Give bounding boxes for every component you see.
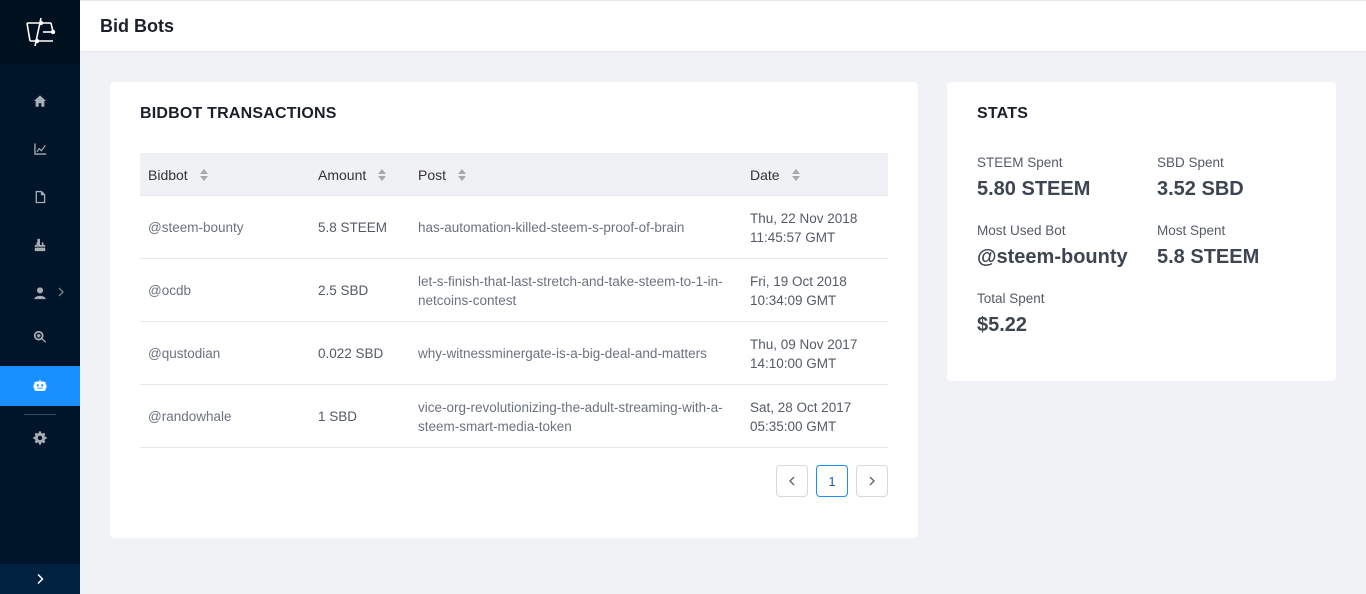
table-row: @qustodian 0.022 SBD why-witnessminergat…: [140, 322, 888, 385]
pagination-next-button[interactable]: [856, 465, 888, 497]
sort-icon: [791, 168, 800, 181]
pagination-page-1[interactable]: 1: [816, 465, 848, 497]
robot-icon: [33, 379, 47, 391]
settings-icon: [33, 431, 47, 445]
stat-most-spent: Most Spent 5.8 STEEM: [1157, 223, 1259, 269]
date-cell: Thu, 22 Nov 2018 11:45:57 GMT: [750, 210, 858, 245]
post-link[interactable]: let-s-finish-that-last-stretch-and-take-…: [418, 259, 736, 322]
stat-label: SBD Spent: [1157, 155, 1224, 170]
stat-sbd-spent: SBD Spent 3.52 SBD: [1157, 155, 1244, 201]
sidebar-collapse-button[interactable]: [0, 564, 80, 594]
amount-cell: 2.5 SBD: [318, 283, 369, 298]
logo-icon: [26, 17, 56, 47]
column-header-bidbot[interactable]: Bidbot: [148, 153, 308, 196]
nav-settings[interactable]: [0, 418, 80, 458]
vote-icon: [34, 238, 46, 252]
stat-value: $5.22: [977, 314, 1028, 336]
bidbot-cell[interactable]: @qustodian: [148, 322, 308, 385]
amount-cell: 1 SBD: [318, 409, 358, 424]
column-header-date[interactable]: Date: [750, 153, 880, 196]
line-chart-icon: [34, 143, 47, 155]
table-row: @steem-bounty 5.8 STEEM has-automation-k…: [140, 196, 888, 259]
transactions-title: BIDBOT TRANSACTIONS: [140, 105, 337, 122]
column-header-post[interactable]: Post: [418, 153, 736, 196]
nav-bid-bots[interactable]: [0, 366, 80, 406]
page-title: Bid Bots: [100, 15, 174, 36]
amount-cell: 5.8 STEEM: [318, 220, 388, 235]
nav-divider: [24, 414, 56, 415]
sort-icon: [458, 168, 467, 181]
date-cell: Fri, 19 Oct 2018 10:34:09 GMT: [750, 273, 847, 308]
chevron-left-icon: [789, 476, 795, 486]
amount-cell: 0.022 SBD: [318, 346, 384, 361]
stat-label: Total Spent: [977, 291, 1045, 306]
table-header: Bidbot Amount Post Date: [140, 153, 888, 196]
nav-explore[interactable]: [0, 317, 80, 357]
date-cell: Sat, 28 Oct 2017 05:35:00 GMT: [750, 399, 852, 434]
stat-value: 5.80 STEEM: [977, 178, 1091, 200]
stat-label: Most Used Bot: [977, 223, 1066, 238]
stat-most-used-bot: Most Used Bot @steem-bounty: [977, 223, 1128, 269]
app-logo[interactable]: [0, 0, 80, 64]
transactions-table: Bidbot Amount Post Date @steem-bounty 5.…: [140, 153, 888, 448]
chevron-right-icon: [58, 287, 64, 297]
date-cell: Thu, 09 Nov 2017 14:10:00 GMT: [750, 336, 858, 371]
post-link[interactable]: has-automation-killed-steem-s-proof-of-b…: [418, 196, 736, 259]
column-header-amount[interactable]: Amount: [318, 153, 408, 196]
home-icon: [33, 95, 47, 107]
sort-icon: [378, 168, 387, 181]
nav-posts[interactable]: [0, 177, 80, 217]
stats-card: STATS STEEM Spent 5.80 STEEM SBD Spent 3…: [947, 82, 1336, 381]
table-row: @randowhale 1 SBD vice-org-revolutionizi…: [140, 385, 888, 448]
stat-steem-spent: STEEM Spent 5.80 STEEM: [977, 155, 1090, 201]
search-icon: [33, 330, 47, 343]
bidbot-transactions-card: BIDBOT TRANSACTIONS Bidbot Amount Post D…: [110, 82, 918, 538]
user-icon: [34, 287, 46, 300]
sort-icon: [199, 168, 208, 181]
bidbot-cell[interactable]: @steem-bounty: [148, 196, 308, 259]
chevron-right-icon: [869, 476, 875, 486]
page-header: Bid Bots: [80, 0, 1366, 52]
stat-value: 3.52 SBD: [1157, 178, 1244, 200]
post-link[interactable]: vice-org-revolutionizing-the-adult-strea…: [418, 385, 736, 448]
bidbot-cell[interactable]: @ocdb: [148, 259, 308, 322]
stat-label: Most Spent: [1157, 223, 1226, 238]
table-row: @ocdb 2.5 SBD let-s-finish-that-last-str…: [140, 259, 888, 322]
nav-votes[interactable]: [0, 225, 80, 265]
stat-label: STEEM Spent: [977, 155, 1063, 170]
file-icon: [35, 190, 46, 204]
stat-value: @steem-bounty: [977, 246, 1128, 268]
stat-value: 5.8 STEEM: [1157, 246, 1260, 268]
post-link[interactable]: why-witnessminergate-is-a-big-deal-and-m…: [418, 322, 736, 385]
nav-account[interactable]: [0, 273, 80, 313]
stat-total-spent: Total Spent $5.22: [977, 291, 1045, 337]
nav-analytics[interactable]: [0, 129, 80, 169]
chevron-right-icon: [37, 573, 44, 585]
bidbot-cell[interactable]: @randowhale: [148, 385, 308, 448]
pagination-prev-button[interactable]: [776, 465, 808, 497]
stats-title: STATS: [977, 105, 1029, 122]
nav-home[interactable]: [0, 81, 80, 121]
sidebar: [0, 0, 80, 594]
